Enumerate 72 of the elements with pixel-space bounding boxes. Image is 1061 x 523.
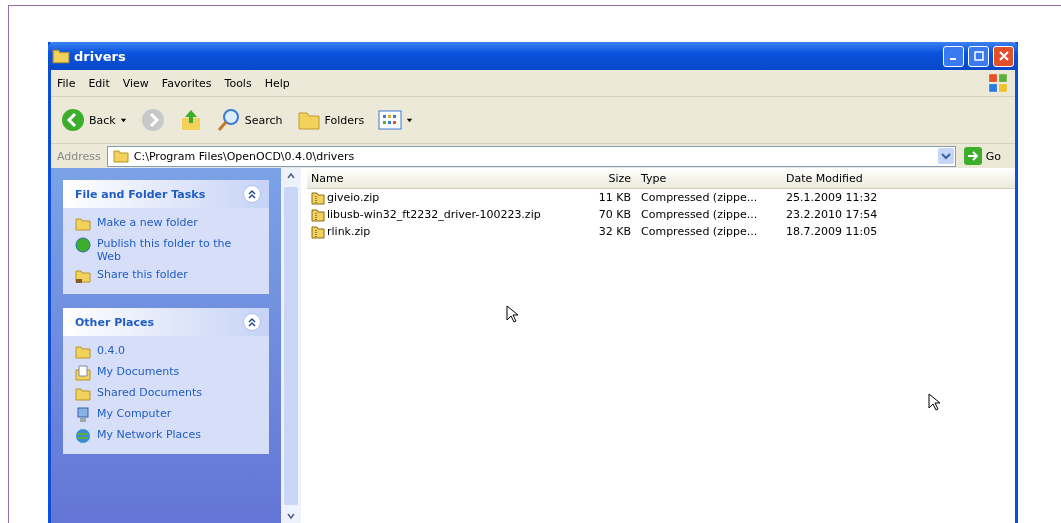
- task-link[interactable]: My Network Places: [97, 428, 201, 441]
- file-name[interactable]: libusb-win32_ft2232_driver-100223.zip: [327, 208, 541, 221]
- chevron-icon: [246, 316, 258, 328]
- minimize-icon: [949, 58, 956, 60]
- table-cell-text: 23.2.2010 17:54: [785, 208, 879, 221]
- folders-button[interactable]: Folders: [292, 106, 369, 134]
- window-title: drivers: [74, 48, 126, 64]
- chevron-icon: [246, 188, 258, 200]
- menu-item[interactable]: Edit: [88, 76, 110, 90]
- table-cell: 11 KB: [597, 191, 631, 204]
- minimize-button[interactable]: [943, 45, 964, 67]
- scroll-up-icon[interactable]: [287, 172, 295, 180]
- table-cell-text: 25.1.2009 11:32: [785, 191, 879, 204]
- column-header[interactable]: Type: [631, 171, 776, 185]
- collapse-button[interactable]: [243, 313, 261, 331]
- go-button[interactable]: Go: [961, 147, 1009, 165]
- network-globe-icon: [75, 428, 91, 444]
- folder-icon: [52, 48, 70, 64]
- search-button[interactable]: Search: [212, 106, 287, 134]
- menu-item[interactable]: View: [122, 76, 149, 90]
- close-icon: [998, 51, 1009, 61]
- menu-item[interactable]: Tools: [224, 76, 252, 90]
- folder-icon: [75, 386, 91, 402]
- task-link[interactable]: My Computer: [97, 407, 172, 420]
- table-cell: 70 KB: [597, 208, 631, 221]
- menu-item[interactable]: Favorites: [161, 76, 212, 90]
- column-header[interactable]: Name: [307, 171, 597, 185]
- maximize-icon: [973, 51, 984, 61]
- task-link[interactable]: Publish this folder to the Web: [97, 237, 247, 263]
- folder-icon: [111, 149, 130, 163]
- mouse-pointer-icon: [506, 305, 518, 323]
- task-link[interactable]: Make a new folder: [97, 216, 198, 229]
- close-button[interactable]: [993, 45, 1014, 67]
- table-cell-text: 18.7.2009 11:05: [785, 225, 879, 238]
- address-label: Address: [57, 149, 101, 163]
- windows-logo-icon: [987, 72, 1009, 94]
- search-icon: [216, 108, 241, 132]
- panel-title: File and Folder Tasks: [75, 187, 207, 201]
- maximize-button[interactable]: [968, 45, 989, 67]
- menu-item[interactable]: Help: [264, 76, 290, 90]
- table-cell-text: Compressed (zippe...: [640, 208, 759, 221]
- file-name[interactable]: rlink.zip: [327, 225, 371, 238]
- task-link[interactable]: 0.4.0: [97, 344, 125, 357]
- table-cell: 32 KB: [597, 225, 631, 238]
- column-header[interactable]: Date Modified: [776, 171, 946, 185]
- scroll-down-icon[interactable]: [287, 512, 295, 520]
- address-field[interactable]: C:\Program Files\OpenOCD\0.4.0\drivers: [106, 145, 956, 167]
- task-link[interactable]: My Documents: [97, 365, 180, 378]
- panel-title: Other Places: [75, 315, 155, 329]
- computer-icon: [75, 407, 91, 423]
- shared-folder-icon: [75, 268, 91, 284]
- table-cell-text: Compressed (zippe...: [640, 191, 759, 204]
- zip-folder-icon: [311, 224, 325, 239]
- caret-icon: [119, 116, 127, 124]
- column-header[interactable]: Size: [597, 171, 631, 185]
- collapse-button[interactable]: [243, 185, 261, 203]
- folder-icon: [75, 216, 91, 232]
- menu-item[interactable]: File: [57, 76, 76, 90]
- views-icon: [378, 110, 403, 130]
- globe-icon: [75, 237, 91, 253]
- zip-folder-icon: [311, 190, 325, 205]
- scrollbar[interactable]: [281, 168, 301, 523]
- document-folder-icon: [75, 365, 91, 381]
- folder-icon: [75, 344, 91, 360]
- task-link[interactable]: Shared Documents: [97, 386, 202, 399]
- table-cell-text: Compressed (zippe...: [640, 225, 759, 238]
- file-name[interactable]: giveio.zip: [327, 191, 380, 204]
- mouse-pointer-icon: [928, 393, 940, 411]
- caret-icon: [406, 116, 414, 124]
- task-link[interactable]: Share this folder: [97, 268, 188, 281]
- back-button[interactable]: Back: [57, 106, 131, 134]
- zip-folder-icon: [311, 207, 325, 222]
